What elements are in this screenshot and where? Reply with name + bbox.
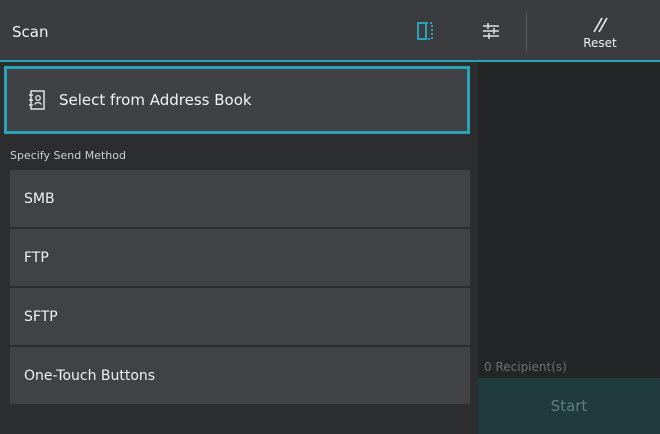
start-label: Start <box>550 397 588 415</box>
method-label: One-Touch Buttons <box>24 367 156 384</box>
send-method-panel: Select from Address Book Specify Send Me… <box>0 62 474 434</box>
method-item-smb[interactable]: SMB <box>10 170 470 227</box>
method-item-one-touch-buttons[interactable]: One-Touch Buttons <box>10 347 470 404</box>
reset-button[interactable]: Reset <box>540 10 660 56</box>
page-preview-icon[interactable] <box>412 18 438 44</box>
select-address-book-button[interactable]: Select from Address Book <box>4 66 470 134</box>
header-divider <box>526 12 527 52</box>
recipient-panel: 0 Recipient(s) Start <box>478 62 660 434</box>
method-item-sftp[interactable]: SFTP <box>10 288 470 345</box>
method-label: SMB <box>24 190 55 207</box>
recipient-count: 0 Recipient(s) <box>484 360 567 374</box>
address-book-icon <box>27 90 47 110</box>
address-book-label: Select from Address Book <box>59 91 252 109</box>
section-label-send-method: Specify Send Method <box>10 149 126 162</box>
reset-label: Reset <box>583 36 617 50</box>
method-item-ftp[interactable]: FTP <box>10 229 470 286</box>
page-title: Scan <box>12 23 49 41</box>
start-button[interactable]: Start <box>478 378 660 434</box>
header-bar: Scan Reset <box>0 0 660 62</box>
method-label: FTP <box>24 249 49 266</box>
settings-sliders-icon[interactable] <box>478 18 504 44</box>
reset-icon <box>593 17 608 33</box>
method-label: SFTP <box>24 308 58 325</box>
